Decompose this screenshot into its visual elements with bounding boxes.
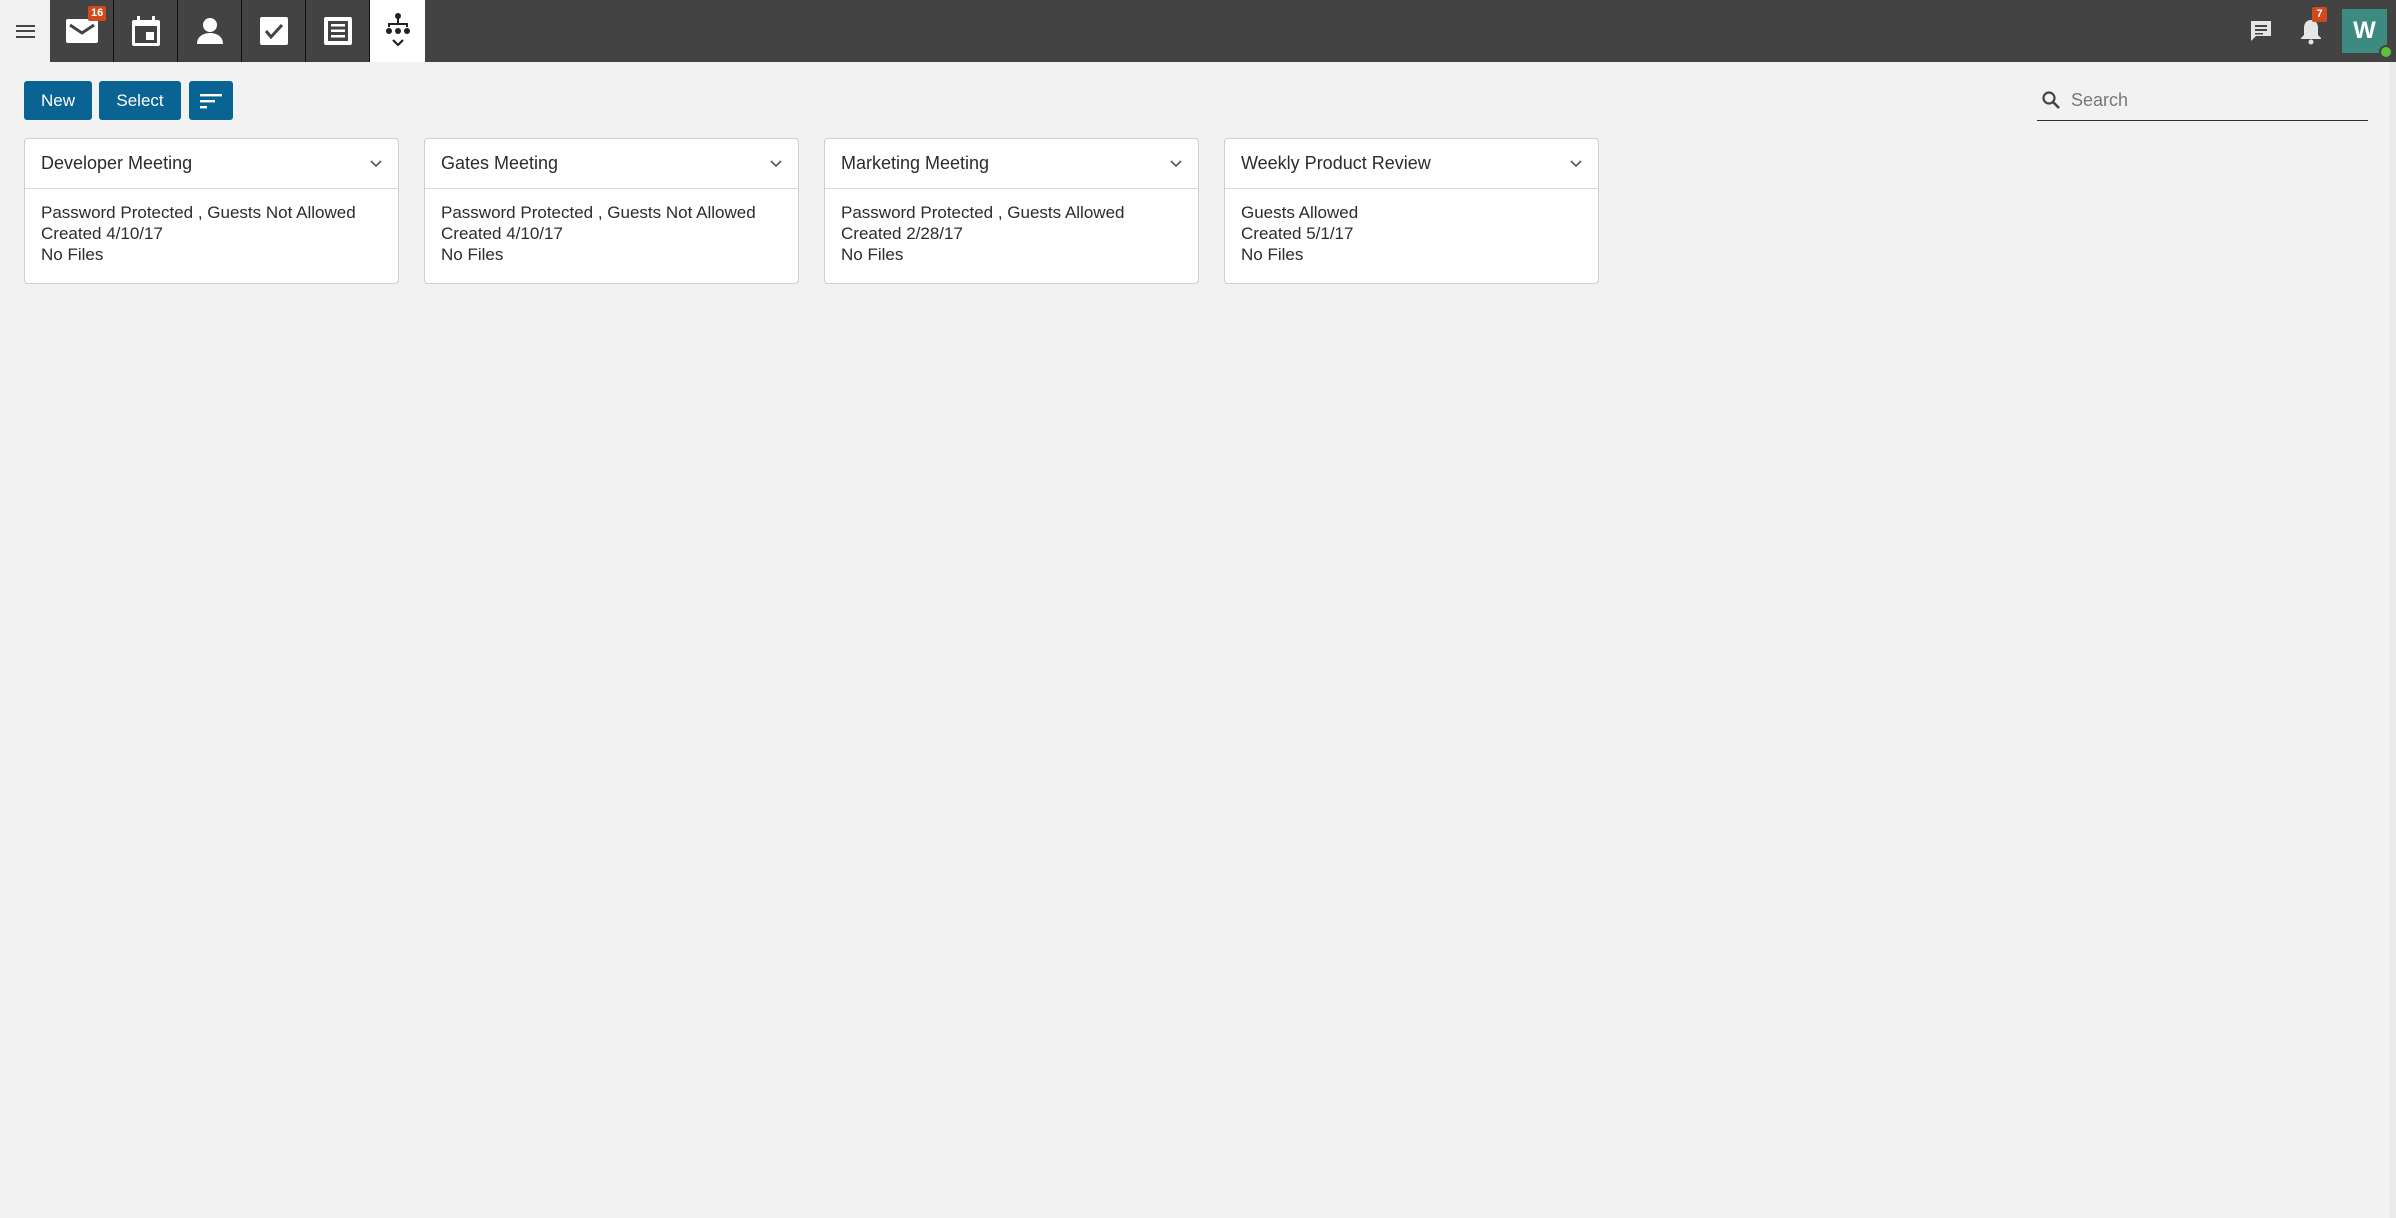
chat-icon xyxy=(2251,21,2271,41)
meeting-card-body: Guests Allowed Created 5/1/17 No Files xyxy=(1225,189,1598,278)
person-icon xyxy=(196,18,223,44)
sort-button[interactable] xyxy=(189,81,233,120)
main-menu-button[interactable] xyxy=(0,0,50,62)
search-field xyxy=(2037,80,2368,121)
meeting-card[interactable]: Weekly Product Review Guests Allowed Cre… xyxy=(1224,138,1599,284)
checkbox-icon xyxy=(259,17,288,45)
meeting-title: Weekly Product Review xyxy=(1241,153,1431,173)
meeting-files: No Files xyxy=(841,245,904,264)
chat-button[interactable] xyxy=(2236,0,2286,62)
select-button[interactable]: Select xyxy=(99,81,181,120)
app-tab-tasks[interactable] xyxy=(242,0,306,62)
search-input[interactable] xyxy=(2071,89,2351,111)
meeting-card[interactable]: Developer Meeting Password Protected , G… xyxy=(24,138,399,284)
meeting-created-date: Created 4/10/17 xyxy=(441,224,563,243)
org-hierarchy-icon xyxy=(385,13,410,47)
mail-unread-badge: 16 xyxy=(88,6,107,21)
meeting-title: Developer Meeting xyxy=(41,153,193,173)
meeting-settings: Password Protected , Guests Allowed xyxy=(841,203,1125,222)
meeting-card[interactable]: Gates Meeting Password Protected , Guest… xyxy=(424,138,799,284)
user-avatar[interactable]: W xyxy=(2342,9,2393,59)
notifications-badge: 7 xyxy=(2312,7,2327,22)
app-tab-contacts[interactable] xyxy=(178,0,242,62)
mail-icon xyxy=(65,19,98,43)
meeting-title: Marketing Meeting xyxy=(841,153,990,173)
meeting-card-header[interactable]: Marketing Meeting xyxy=(825,139,1198,189)
avatar-initial: W xyxy=(2353,17,2376,44)
app-switcher: 16 xyxy=(50,0,425,62)
chevron-down-icon[interactable] xyxy=(769,159,783,168)
meeting-card-body: Password Protected , Guests Not Allowed … xyxy=(25,189,398,278)
app-tab-notes[interactable] xyxy=(306,0,370,62)
meeting-title: Gates Meeting xyxy=(441,153,559,173)
sort-icon xyxy=(200,93,222,108)
meeting-card[interactable]: Marketing Meeting Password Protected , G… xyxy=(824,138,1199,284)
meeting-files: No Files xyxy=(1241,245,1304,264)
chevron-down-icon[interactable] xyxy=(1569,159,1583,168)
presence-status-indicator xyxy=(2379,45,2393,59)
meeting-files: No Files xyxy=(41,245,104,264)
top-nav-bar: 16 7 W xyxy=(0,0,2396,62)
app-tab-meetings[interactable] xyxy=(370,0,425,62)
chevron-down-icon[interactable] xyxy=(1169,159,1183,168)
header-actions: 7 W xyxy=(2236,0,2396,62)
search-icon xyxy=(2042,91,2060,109)
meeting-card-header[interactable]: Gates Meeting xyxy=(425,139,798,189)
meeting-settings: Password Protected , Guests Not Allowed xyxy=(441,203,756,222)
meeting-created-date: Created 4/10/17 xyxy=(41,224,163,243)
page-scrollbar[interactable] xyxy=(2390,62,2396,1218)
list-document-icon xyxy=(323,17,352,45)
chevron-down-icon[interactable] xyxy=(369,159,383,168)
new-button[interactable]: New xyxy=(24,81,92,120)
meeting-settings: Password Protected , Guests Not Allowed xyxy=(41,203,356,222)
meeting-files: No Files xyxy=(441,245,504,264)
app-tab-mail[interactable]: 16 xyxy=(50,0,114,62)
meeting-card-header[interactable]: Weekly Product Review xyxy=(1225,139,1598,189)
meeting-card-body: Password Protected , Guests Not Allowed … xyxy=(425,189,798,278)
meeting-card-body: Password Protected , Guests Allowed Crea… xyxy=(825,189,1198,278)
meeting-card-header[interactable]: Developer Meeting xyxy=(25,139,398,189)
hamburger-menu-icon xyxy=(15,24,35,38)
app-tab-calendar[interactable] xyxy=(114,0,178,62)
meeting-created-date: Created 5/1/17 xyxy=(1241,224,1354,243)
meeting-created-date: Created 2/28/17 xyxy=(841,224,963,243)
calendar-icon xyxy=(131,16,160,46)
notifications-button[interactable]: 7 xyxy=(2286,0,2336,62)
meeting-settings: Guests Allowed xyxy=(1241,203,1359,222)
